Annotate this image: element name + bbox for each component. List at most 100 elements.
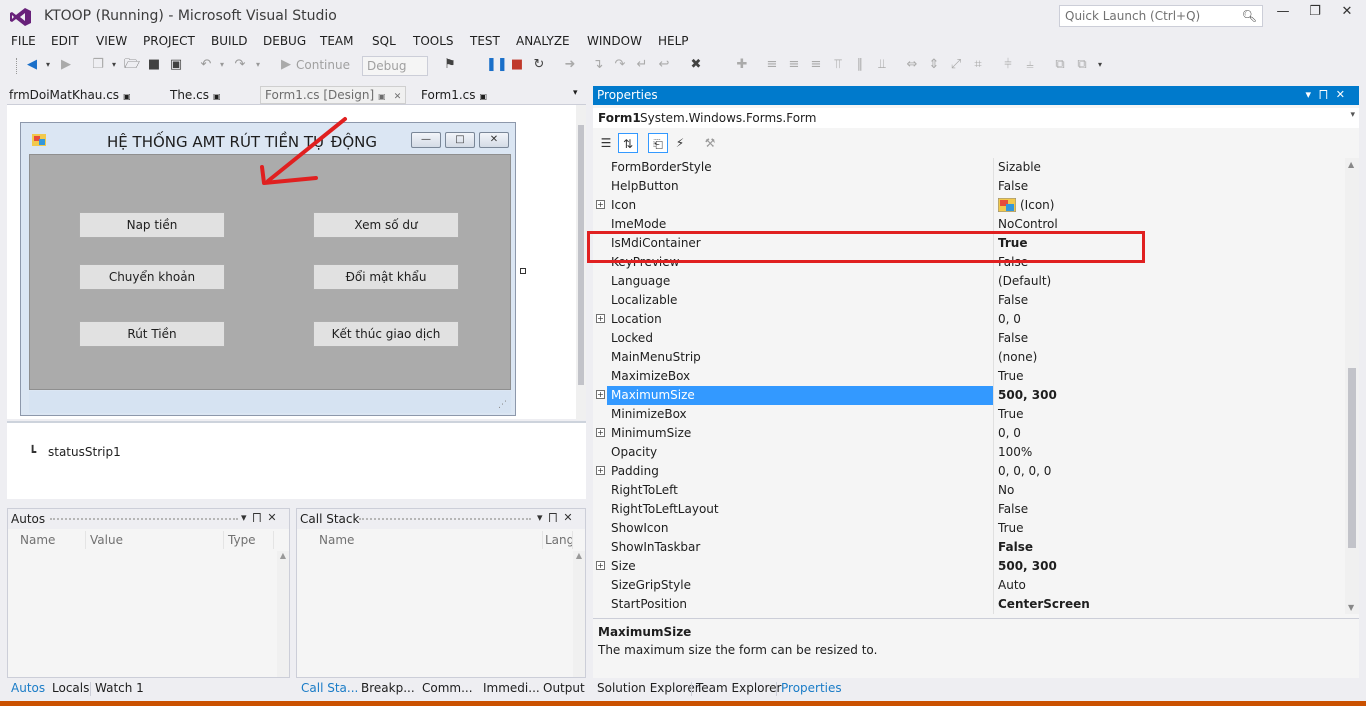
close-tab-icon[interactable]: ✕ — [394, 92, 402, 102]
size-to-grid-icon[interactable]: ⌗ — [970, 57, 986, 73]
property-value[interactable]: Sizable — [998, 160, 1041, 174]
align-lefts-icon[interactable]: ≡ — [764, 57, 780, 73]
step-into-icon[interactable]: ↴ — [590, 57, 606, 73]
property-value[interactable]: (none) — [998, 350, 1037, 364]
make-same-height-icon[interactable]: ⇕ — [926, 57, 942, 73]
property-value[interactable]: Auto — [998, 578, 1026, 592]
property-value[interactable]: False — [998, 331, 1028, 345]
tray-component-statusstrip1[interactable]: statusStrip1 — [48, 445, 121, 459]
scroll-up-icon[interactable]: ▲ — [1348, 160, 1354, 169]
property-value[interactable]: 500, 300 — [998, 388, 1057, 402]
form-close-icon[interactable]: ✕ — [479, 132, 509, 148]
redo-dropdown-icon[interactable]: ▾ — [250, 57, 266, 73]
menu-test[interactable]: TEST — [470, 34, 500, 48]
tab-breakpoints[interactable]: Breakp... — [361, 681, 415, 695]
property-value[interactable]: No — [998, 483, 1014, 497]
property-row[interactable]: Opacity 100% — [593, 443, 1345, 462]
property-row[interactable]: MinimizeBox True — [593, 405, 1345, 424]
property-row[interactable]: + Icon (Icon) — [593, 196, 1345, 215]
deposit-button[interactable]: Nap tiền — [79, 212, 225, 238]
property-value[interactable]: False — [998, 540, 1033, 554]
step-over-icon[interactable]: ↷ — [612, 57, 628, 73]
property-value[interactable]: CenterScreen — [998, 597, 1090, 611]
form-minimize-icon[interactable]: — — [411, 132, 441, 148]
tab-autos[interactable]: Autos — [11, 681, 45, 695]
property-row[interactable]: + Location 0, 0 — [593, 310, 1345, 329]
withdraw-button[interactable]: Rút Tiền — [79, 321, 225, 347]
property-row[interactable]: + MinimumSize 0, 0 — [593, 424, 1345, 443]
form-maximize-icon[interactable]: □ — [445, 132, 475, 148]
property-row[interactable]: Localizable False — [593, 291, 1345, 310]
resize-handle[interactable] — [520, 268, 526, 274]
tab-form1-cs[interactable]: Form1.cs ▣ — [421, 88, 487, 102]
property-value[interactable]: 100% — [998, 445, 1032, 459]
property-value[interactable]: 0, 0 — [998, 312, 1021, 326]
back-icon[interactable]: ◀ — [24, 57, 40, 73]
property-row[interactable]: + Padding 0, 0, 0, 0 — [593, 462, 1345, 481]
menu-tools[interactable]: TOOLS — [413, 34, 454, 48]
size-grip-icon[interactable]: ⋰ — [498, 400, 507, 410]
forward-icon[interactable]: ▶ — [58, 57, 74, 73]
menu-project[interactable]: PROJECT — [143, 34, 195, 48]
menu-window[interactable]: WINDOW — [587, 34, 642, 48]
restore-button[interactable]: ❐ — [1300, 4, 1330, 24]
property-row[interactable]: ShowIcon True — [593, 519, 1345, 538]
categorized-icon[interactable]: ☰ — [596, 133, 616, 153]
property-value[interactable]: True — [998, 369, 1024, 383]
alphabetical-icon[interactable]: ⇅ — [618, 133, 638, 153]
property-value[interactable]: True — [998, 407, 1024, 421]
property-value[interactable]: (Icon) — [1020, 198, 1054, 212]
form-status-strip[interactable]: ⋰ — [29, 391, 511, 413]
tab-the-cs[interactable]: The.cs ▣ — [170, 88, 221, 102]
tab-output[interactable]: Output — [543, 681, 585, 695]
undo-dropdown-icon[interactable]: ▾ — [214, 57, 230, 73]
tab-form1-design[interactable]: Form1.cs [Design] ▣ ✕ — [260, 86, 407, 104]
stop-debugging-icon[interactable]: ■ — [509, 57, 525, 73]
column-name[interactable]: Name — [14, 531, 86, 549]
tab-watch-1[interactable]: Watch 1 — [95, 681, 144, 695]
tab-overflow-icon[interactable]: ▾ — [573, 88, 578, 98]
new-project-icon[interactable]: ❐ — [90, 57, 106, 73]
save-all-icon[interactable]: ▣ — [168, 57, 184, 73]
expand-icon[interactable]: + — [596, 561, 605, 570]
tab-team-explorer[interactable]: Team Explorer — [696, 681, 782, 695]
scroll-down-icon[interactable]: ▼ — [1348, 603, 1354, 612]
pin-icon[interactable]: ▣ — [213, 92, 221, 101]
back-dropdown-icon[interactable]: ▾ — [40, 57, 56, 73]
align-rights-icon[interactable]: ≡ — [808, 57, 824, 73]
tab-locals[interactable]: Locals — [52, 681, 89, 695]
chevron-down-icon[interactable]: ▾ — [1350, 110, 1355, 120]
minimize-button[interactable]: — — [1268, 4, 1298, 24]
restart-icon[interactable]: ↻ — [531, 57, 547, 73]
breakpoints-toggle-icon[interactable]: ✖ — [688, 57, 704, 73]
tab-properties[interactable]: Properties — [781, 681, 842, 695]
column-value[interactable]: Value — [84, 531, 224, 549]
align-tops-icon[interactable]: ⫪ — [830, 57, 846, 73]
step-out-icon[interactable]: ↵ — [634, 57, 650, 73]
quick-launch-input[interactable]: Quick Launch (Ctrl+Q) 🔍︎ — [1059, 5, 1263, 27]
redo-icon[interactable]: ↷ — [232, 57, 248, 73]
end-transaction-button[interactable]: Kết thúc giao dịch — [313, 321, 459, 347]
call-stack-pane-controls[interactable]: ▾⨅✕ — [537, 511, 579, 525]
property-value[interactable]: False — [998, 293, 1028, 307]
menu-file[interactable]: FILE — [11, 34, 36, 48]
property-value[interactable]: True — [998, 521, 1024, 535]
save-icon[interactable]: ■ — [146, 57, 162, 73]
column-language[interactable]: Lang — [539, 531, 573, 549]
toolbar-overflow-icon[interactable]: ▾ — [1092, 57, 1108, 73]
property-row[interactable]: + Size 500, 300 — [593, 557, 1345, 576]
property-value[interactable]: False — [998, 502, 1028, 516]
property-row[interactable]: MaximizeBox True — [593, 367, 1345, 386]
menu-build[interactable]: BUILD — [211, 34, 247, 48]
close-button[interactable]: ✕ — [1332, 4, 1362, 24]
property-grid-scrollbar[interactable]: ▲ ▼ — [1345, 158, 1359, 614]
tab-solution-explorer[interactable]: Solution Explorer — [597, 681, 700, 695]
menu-help[interactable]: HELP — [658, 34, 689, 48]
pin-icon[interactable]: ▣ — [480, 92, 488, 101]
property-row[interactable]: Language (Default) — [593, 272, 1345, 291]
attach-icon[interactable]: ⚑ — [442, 57, 458, 73]
align-grid-icon[interactable]: ✚ — [734, 57, 750, 73]
tab-immediate-window[interactable]: Immedi... — [483, 681, 540, 695]
tab-command-window[interactable]: Comm... — [422, 681, 473, 695]
align-middles-icon[interactable]: ∥ — [852, 57, 868, 73]
